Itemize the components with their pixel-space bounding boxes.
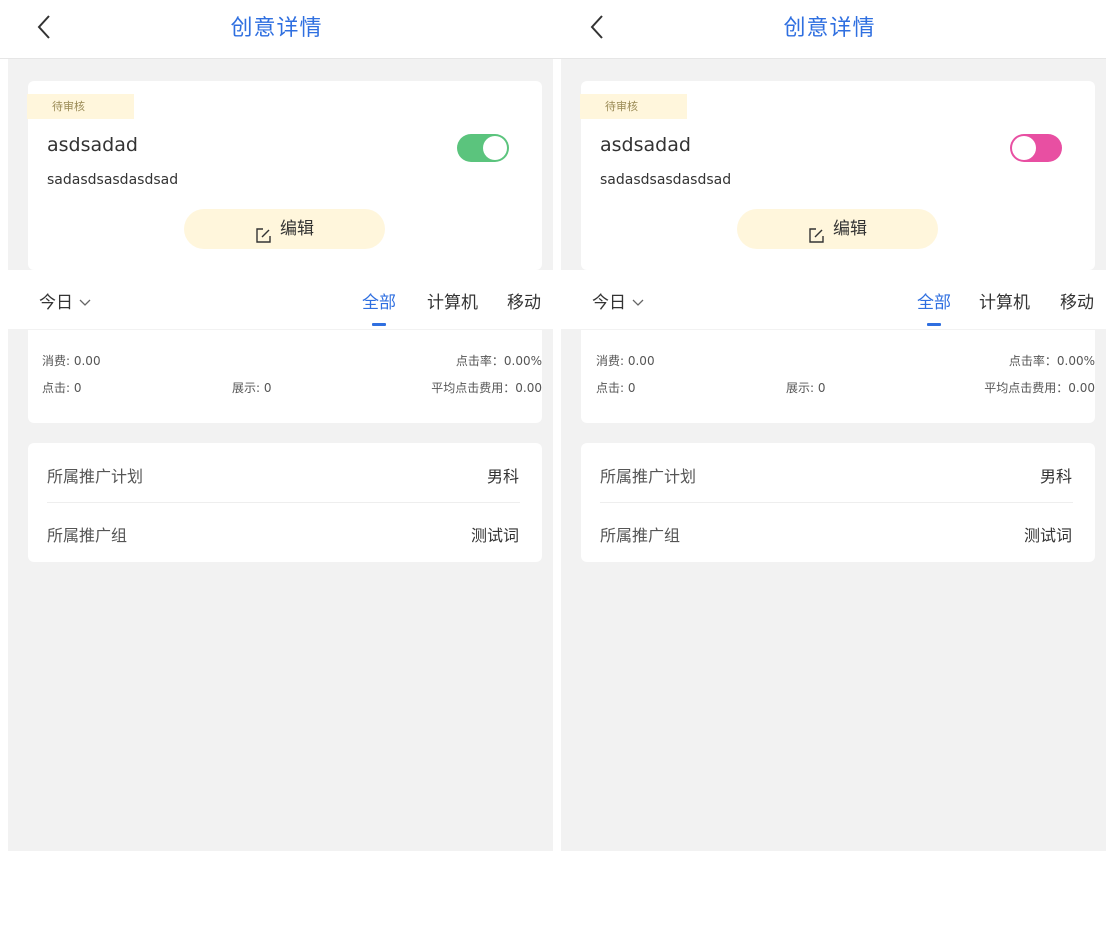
stat-impressions: 展示: 0	[232, 381, 272, 395]
toggle-knob	[483, 136, 507, 160]
edit-label: 编辑	[280, 219, 314, 239]
tab-mobile[interactable]: 移动	[1060, 288, 1094, 313]
edit-icon	[255, 219, 272, 243]
divider	[47, 502, 520, 503]
stats-panel	[581, 330, 1095, 423]
plan-value: 男科	[486, 467, 519, 486]
chevron-down-icon	[79, 299, 91, 306]
status-badge: 待审核	[27, 94, 134, 119]
edit-button[interactable]: 编辑	[737, 209, 938, 249]
group-value: 测试词	[470, 526, 519, 545]
plan-label: 所属推广计划	[47, 467, 144, 486]
active-tab-indicator	[927, 323, 941, 326]
date-selector[interactable]: 今日	[39, 288, 91, 313]
tab-computer[interactable]: 计算机	[979, 288, 1030, 313]
plan-label: 所属推广计划	[600, 467, 697, 486]
nav-bar: 创意详情	[0, 0, 553, 59]
stat-ctr: 点击率：0.00%	[1008, 354, 1095, 368]
stat-spend: 消费: 0.00	[596, 354, 655, 368]
tab-all[interactable]: 全部	[362, 288, 396, 313]
screen-right: 创意详情 待审核 asdsadad sadasdsasdasdsad 编辑 今日…	[553, 0, 1106, 938]
group-label: 所属推广组	[600, 526, 681, 545]
edit-icon	[808, 219, 825, 243]
active-tab-indicator	[372, 323, 386, 326]
screen-left: 创意详情 待审核 asdsadad sadasdsasdasdsad 编辑 今日…	[0, 0, 553, 938]
page-title: 创意详情	[783, 16, 876, 41]
tab-mobile[interactable]: 移动	[507, 288, 541, 313]
date-label: 今日	[39, 293, 73, 313]
creative-toggle[interactable]	[457, 134, 509, 162]
toggle-knob	[1012, 136, 1036, 160]
edit-label: 编辑	[833, 219, 867, 239]
nav-bar: 创意详情	[553, 0, 1106, 59]
edit-button[interactable]: 编辑	[184, 209, 385, 249]
status-badge: 待审核	[580, 94, 687, 119]
page-title: 创意详情	[230, 16, 323, 41]
creative-toggle[interactable]	[1010, 134, 1062, 162]
divider	[600, 502, 1073, 503]
stats-panel	[28, 330, 542, 423]
creative-title: asdsadad	[47, 134, 138, 156]
stat-ctr: 点击率：0.00%	[455, 354, 542, 368]
creative-subtitle: sadasdsasdasdsad	[47, 172, 179, 188]
date-label: 今日	[592, 293, 626, 313]
date-selector[interactable]: 今日	[592, 288, 644, 313]
stat-clicks: 点击: 0	[42, 381, 82, 395]
creative-title: asdsadad	[600, 134, 691, 156]
tab-all[interactable]: 全部	[917, 288, 951, 313]
stat-avg-cpc: 平均点击费用：0.00	[431, 381, 542, 395]
group-value: 测试词	[1023, 526, 1072, 545]
stat-spend: 消费: 0.00	[42, 354, 101, 368]
plan-value: 男科	[1039, 467, 1072, 486]
stat-avg-cpc: 平均点击费用：0.00	[984, 381, 1095, 395]
stat-clicks: 点击: 0	[596, 381, 636, 395]
creative-subtitle: sadasdsasdasdsad	[600, 172, 732, 188]
chevron-down-icon	[632, 299, 644, 306]
stat-impressions: 展示: 0	[786, 381, 826, 395]
tab-computer[interactable]: 计算机	[427, 288, 478, 313]
group-label: 所属推广组	[47, 526, 128, 545]
